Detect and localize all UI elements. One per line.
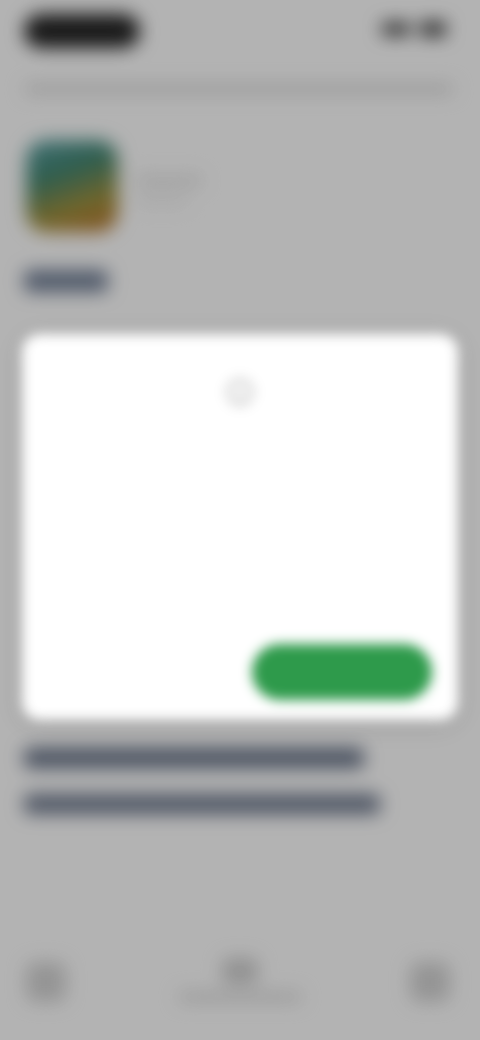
- info-icon: [222, 374, 258, 410]
- screen: [0, 0, 480, 1040]
- dialog: [22, 334, 458, 720]
- dialog-primary-button[interactable]: [252, 644, 432, 700]
- dialog-secondary-button[interactable]: [72, 644, 212, 700]
